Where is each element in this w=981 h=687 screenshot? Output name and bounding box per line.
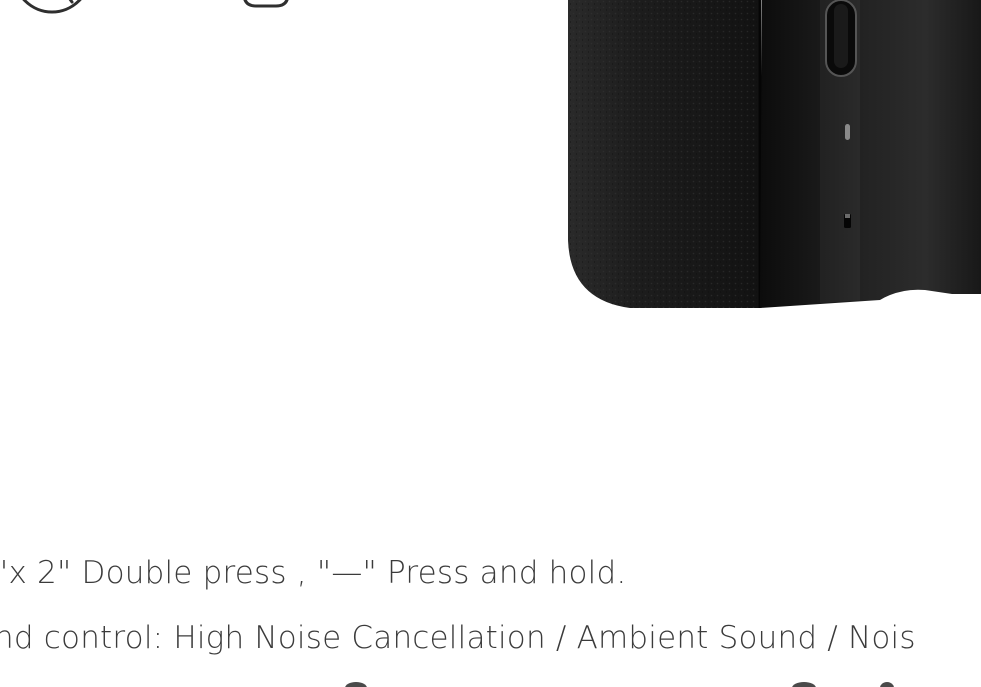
headphone-earcup-image bbox=[568, 0, 981, 308]
play-circle-icon bbox=[22, 0, 82, 14]
cut-off-text-fragment bbox=[792, 675, 816, 687]
cut-off-text-fragment bbox=[880, 675, 894, 687]
button-legend-text: "x 2" Double press , "—" Press and hold. bbox=[0, 555, 627, 591]
anc-mode-description: nd control: High Noise Cancellation / Am… bbox=[0, 620, 916, 656]
rounded-square-icon bbox=[243, 0, 289, 8]
cut-off-text-fragment bbox=[345, 675, 367, 687]
